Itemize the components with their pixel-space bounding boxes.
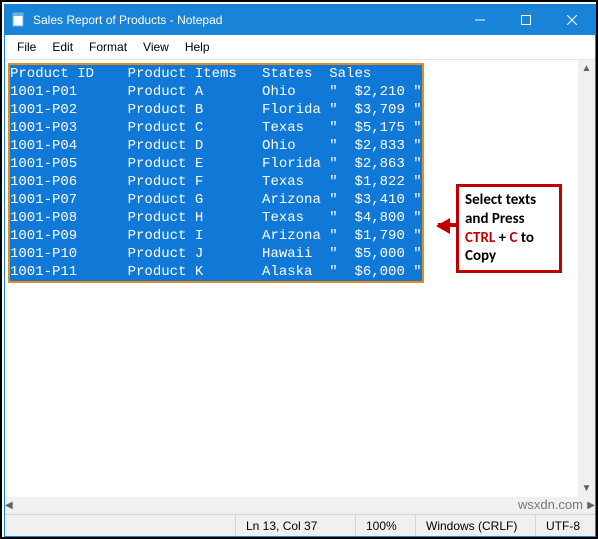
maximize-button[interactable] bbox=[503, 5, 549, 35]
menu-edit[interactable]: Edit bbox=[44, 37, 81, 57]
text-row[interactable]: 1001-P09 Product I Arizona " $1,790 " bbox=[10, 227, 422, 245]
window-buttons bbox=[457, 5, 595, 35]
instruction-text: Select texts and Press bbox=[465, 191, 536, 228]
instruction-ctrl: CTRL bbox=[465, 229, 495, 247]
text-row[interactable]: 1001-P04 Product D Ohio " $2,833 " bbox=[10, 137, 422, 155]
screenshot-frame: Sales Report of Products - Notepad File … bbox=[0, 0, 598, 539]
selection-highlight-box: Product ID Product Items States Sales 10… bbox=[8, 63, 424, 283]
status-eol: Windows (CRLF) bbox=[415, 515, 535, 536]
text-row[interactable]: 1001-P01 Product A Ohio " $2,210 " bbox=[10, 83, 422, 101]
status-cursor: Ln 13, Col 37 bbox=[235, 515, 355, 536]
status-encoding: UTF-8 bbox=[535, 515, 595, 536]
watermark: wsxdn.com bbox=[518, 497, 583, 512]
scroll-right-icon[interactable]: ▶ bbox=[587, 497, 595, 514]
text-editor[interactable]: Product ID Product Items States Sales 10… bbox=[5, 60, 578, 497]
notepad-icon bbox=[11, 12, 27, 28]
scroll-left-icon[interactable]: ◀ bbox=[5, 497, 13, 514]
status-zoom: 100% bbox=[355, 515, 415, 536]
window-title: Sales Report of Products - Notepad bbox=[33, 13, 457, 27]
scroll-down-icon[interactable]: ▼ bbox=[578, 480, 595, 497]
titlebar[interactable]: Sales Report of Products - Notepad bbox=[5, 5, 595, 35]
text-row[interactable]: 1001-P03 Product C Texas " $5,175 " bbox=[10, 119, 422, 137]
scroll-track[interactable] bbox=[578, 77, 595, 480]
text-row[interactable]: 1001-P06 Product F Texas " $1,822 " bbox=[10, 173, 422, 191]
minimize-button[interactable] bbox=[457, 5, 503, 35]
notepad-window: Sales Report of Products - Notepad File … bbox=[4, 4, 596, 537]
text-row[interactable]: 1001-P05 Product E Florida " $2,863 " bbox=[10, 155, 422, 173]
callout-arrow-line bbox=[438, 223, 456, 227]
instruction-plus: + bbox=[495, 229, 509, 247]
close-button[interactable] bbox=[549, 5, 595, 35]
scroll-h-track[interactable] bbox=[13, 497, 588, 514]
content-area: Product ID Product Items States Sales 10… bbox=[5, 60, 595, 497]
text-header[interactable]: Product ID Product Items States Sales bbox=[10, 65, 422, 83]
text-row[interactable]: 1001-P08 Product H Texas " $4,800 " bbox=[10, 209, 422, 227]
menu-help[interactable]: Help bbox=[177, 37, 218, 57]
text-row[interactable]: 1001-P11 Product K Alaska " $6,000 " bbox=[10, 263, 422, 281]
status-spacer bbox=[5, 515, 235, 536]
horizontal-scrollbar[interactable]: ◀ ▶ bbox=[5, 497, 595, 514]
text-row[interactable]: 1001-P07 Product G Arizona " $3,410 " bbox=[10, 191, 422, 209]
scroll-up-icon[interactable]: ▲ bbox=[578, 60, 595, 77]
text-row[interactable]: 1001-P10 Product J Hawaii " $5,000 " bbox=[10, 245, 422, 263]
instruction-callout: Select texts and Press CTRL + C to Copy bbox=[456, 184, 562, 273]
menubar: File Edit Format View Help bbox=[5, 35, 595, 60]
menu-view[interactable]: View bbox=[135, 37, 177, 57]
menu-file[interactable]: File bbox=[9, 37, 44, 57]
vertical-scrollbar[interactable]: ▲ ▼ bbox=[578, 60, 595, 497]
text-row[interactable]: 1001-P02 Product B Florida " $3,709 " bbox=[10, 101, 422, 119]
statusbar: Ln 13, Col 37 100% Windows (CRLF) UTF-8 bbox=[5, 514, 595, 536]
menu-format[interactable]: Format bbox=[81, 37, 135, 57]
